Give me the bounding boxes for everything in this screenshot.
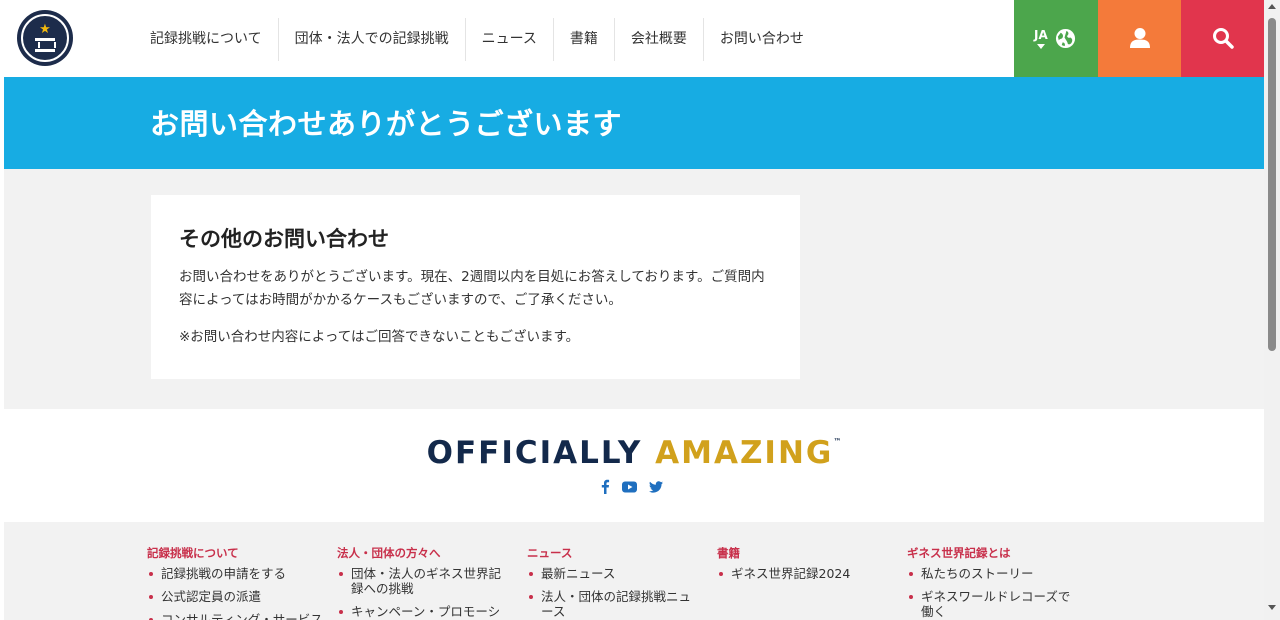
search-icon [1213, 28, 1234, 49]
page: ★ 記録挑戦について 団体・法人での記録挑戦 ニュース 書籍 会社概要 お問い合… [4, 0, 1264, 620]
footer-column-title[interactable]: 書籍 [717, 545, 887, 561]
main-nav: 記録挑戦について 団体・法人での記録挑戦 ニュース 書籍 会社概要 お問い合わせ [134, 18, 820, 61]
footer-column-news: ニュース 最新ニュース 法人・団体の記録挑戦ニュース [527, 545, 697, 620]
message-card: その他のお問い合わせ お問い合わせをありがとうございます。現在、2週間以内を目処… [151, 195, 800, 379]
footer-column-title[interactable]: ニュース [527, 545, 697, 561]
footer-column-about: ギネス世界記録とは 私たちのストーリー ギネスワールドレコーズで働く [907, 545, 1082, 620]
footer-link[interactable]: 最新ニュース [527, 566, 697, 581]
logo-pillar [35, 38, 56, 52]
footer-link[interactable]: 法人・団体の記録挑戦ニュース [527, 589, 697, 619]
hero-banner: お問い合わせありがとうございます [4, 77, 1264, 169]
nav-item-record-challenge[interactable]: 記録挑戦について [134, 18, 279, 61]
footer-link[interactable]: 私たちのストーリー [907, 566, 1082, 581]
page-title: お問い合わせありがとうございます [150, 107, 623, 141]
footer-column-title[interactable]: ギネス世界記録とは [907, 545, 1082, 561]
site-header: ★ 記録挑戦について 団体・法人での記録挑戦 ニュース 書籍 会社概要 お問い合… [4, 0, 1264, 77]
caret-down-icon [1037, 44, 1045, 49]
language-button[interactable]: JA [1014, 0, 1098, 77]
account-button[interactable] [1098, 0, 1181, 77]
nav-item-corporate[interactable]: 団体・法人での記録挑戦 [279, 18, 466, 61]
twitter-icon[interactable] [649, 480, 663, 493]
star-icon: ★ [39, 22, 51, 37]
globe-icon [1055, 28, 1076, 49]
user-icon [1130, 28, 1150, 48]
footer-link[interactable]: キャンペーン・プロモーション [337, 604, 512, 620]
footer-column-books: 書籍 ギネス世界記録2024 [717, 545, 887, 589]
nav-item-books[interactable]: 書籍 [554, 18, 615, 61]
search-button[interactable] [1181, 0, 1264, 77]
footer-link[interactable]: 団体・法人のギネス世界記録への挑戦 [337, 566, 512, 596]
footer-link[interactable]: ギネスワールドレコーズで働く [907, 589, 1082, 619]
nav-item-news[interactable]: ニュース [466, 18, 554, 61]
card-heading: その他のお問い合わせ [179, 227, 389, 251]
nav-item-contact[interactable]: お問い合わせ [704, 18, 820, 61]
footer-column-record-challenge: 記録挑戦について 記録挑戦の申請をする 公式認定員の派遣 コンサルティング・サー… [147, 545, 323, 620]
scrollbar-thumb[interactable] [1268, 18, 1276, 351]
site-footer: 記録挑戦について 記録挑戦の申請をする 公式認定員の派遣 コンサルティング・サー… [4, 522, 1264, 620]
tagline-band: OFFICIALLY AMAZING™ [4, 409, 1264, 522]
tagline-part2: AMAZING [655, 435, 834, 471]
footer-column-corporate: 法人・団体の方々へ 団体・法人のギネス世界記録への挑戦 キャンペーン・プロモーシ… [337, 545, 512, 620]
footer-link[interactable]: 記録挑戦の申請をする [147, 566, 317, 581]
scroll-up-arrow-icon[interactable] [1268, 4, 1276, 9]
youtube-icon[interactable] [622, 481, 637, 493]
language-code: JA [1034, 28, 1048, 42]
social-links [600, 479, 663, 494]
card-note: ※お問い合わせ内容によってはご回答できないこともございます。 [179, 329, 580, 345]
guinness-logo[interactable]: ★ [17, 10, 73, 66]
footer-column-title[interactable]: 法人・団体の方々へ [337, 545, 512, 561]
footer-column-title[interactable]: 記録挑戦について [147, 545, 317, 561]
nav-item-company[interactable]: 会社概要 [615, 18, 704, 61]
vertical-scrollbar[interactable] [1264, 0, 1280, 620]
facebook-icon[interactable] [600, 479, 610, 494]
scroll-down-arrow-icon[interactable] [1268, 605, 1276, 610]
tagline-part1: OFFICIALLY [426, 435, 643, 471]
footer-link[interactable]: 公式認定員の派遣 [147, 589, 317, 604]
officially-amazing-tagline: OFFICIALLY AMAZING™ [4, 435, 1264, 471]
card-paragraph: お問い合わせをありがとうございます。現在、2週間以内を目処にお答えしております。… [179, 269, 765, 308]
footer-link[interactable]: コンサルティング・サービス [147, 612, 323, 620]
footer-link[interactable]: ギネス世界記録2024 [717, 566, 887, 581]
trademark-symbol: ™ [833, 437, 842, 446]
